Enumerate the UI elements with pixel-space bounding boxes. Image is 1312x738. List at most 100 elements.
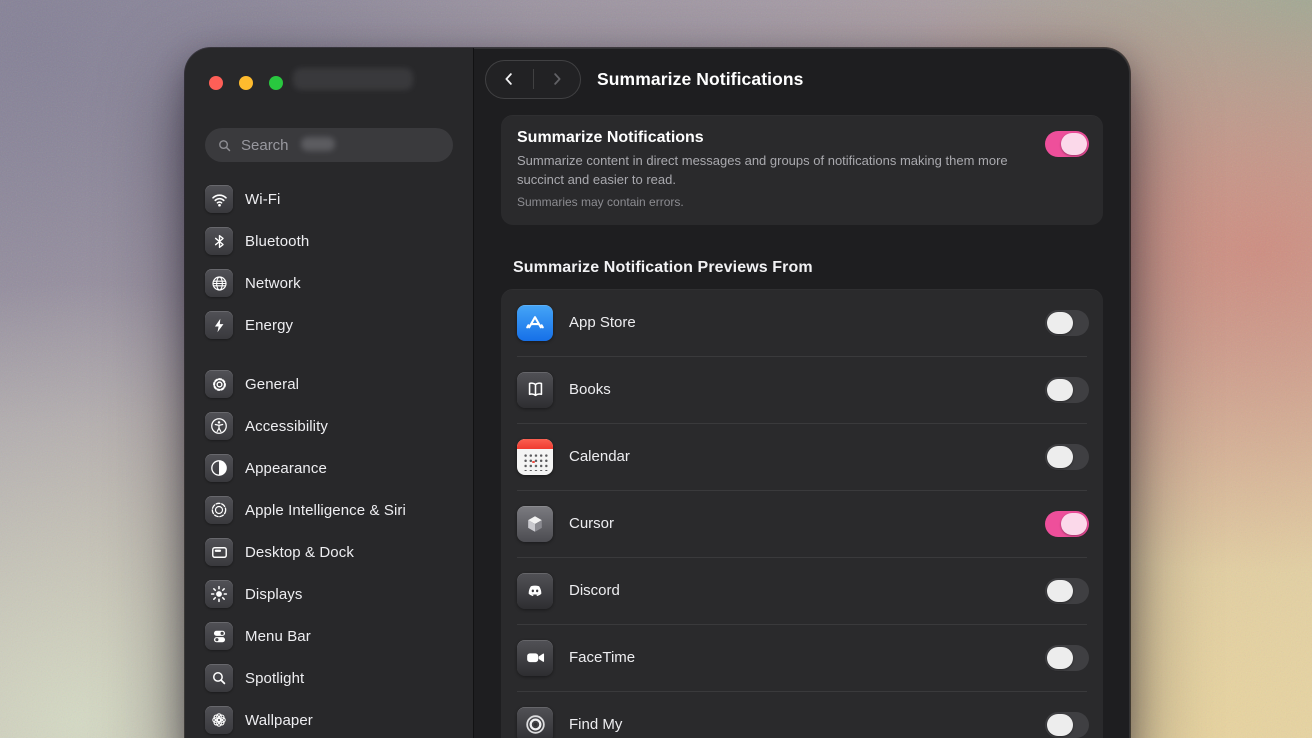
sidebar-item-energy[interactable]: Energy	[195, 304, 463, 346]
minimize-button[interactable]	[239, 76, 253, 90]
app-row-facetime: FaceTime	[501, 624, 1103, 691]
magnifier-icon	[217, 138, 232, 153]
app-row-find-my: Find My	[501, 691, 1103, 738]
app-row-books: Books	[501, 356, 1103, 423]
summarize-notifications-toggle[interactable]	[1045, 131, 1089, 157]
calendar-icon	[517, 439, 553, 475]
sidebar-item-apple-intelligence-and-siri[interactable]: Apple Intelligence & Siri	[195, 489, 463, 531]
app-store-icon	[517, 305, 553, 341]
app-row-discord: Discord	[501, 557, 1103, 624]
sidebar-item-label: Accessibility	[245, 418, 328, 435]
redacted-search-text	[301, 137, 335, 151]
search-input[interactable]	[239, 136, 441, 155]
books-toggle[interactable]	[1045, 377, 1089, 403]
sidebar-group: Wi-Fi Bluetooth Network Energy	[195, 178, 463, 346]
facetime-toggle[interactable]	[1045, 645, 1089, 671]
app-label: Cursor	[569, 515, 614, 532]
sidebar-item-spotlight[interactable]: Spotlight	[195, 657, 463, 699]
menu-bar-icon	[205, 622, 233, 650]
app-row-app-store: App Store	[501, 289, 1103, 356]
gear-icon	[205, 370, 233, 398]
settings-sidebar: Wi-Fi Bluetooth Network Energy General Access…	[185, 48, 474, 738]
sidebar-nav: Wi-Fi Bluetooth Network Energy General Access…	[185, 162, 473, 738]
sidebar-item-label: General	[245, 376, 299, 393]
facetime-icon	[517, 640, 553, 676]
toggle-knob	[1047, 580, 1073, 602]
page-title: Summarize Notifications	[597, 69, 804, 90]
discord-toggle[interactable]	[1045, 578, 1089, 604]
apple-intelligence-icon	[205, 496, 233, 524]
sidebar-item-label: Spotlight	[245, 670, 304, 687]
desktop-dock-icon	[205, 538, 233, 566]
sidebar-item-label: Desktop & Dock	[245, 544, 354, 561]
sidebar-item-label: Wallpaper	[245, 712, 313, 729]
sidebar-item-displays[interactable]: Displays	[195, 573, 463, 615]
sidebar-item-label: Bluetooth	[245, 233, 309, 250]
sidebar-item-bluetooth[interactable]: Bluetooth	[195, 220, 463, 262]
appearance-icon	[205, 454, 233, 482]
app-label: Find My	[569, 716, 622, 733]
redacted-account-name	[293, 68, 413, 90]
sidebar-group: General Accessibility Appearance Apple Inte…	[195, 363, 463, 738]
toggle-knob	[1047, 312, 1073, 334]
globe-icon	[205, 269, 233, 297]
desktop-wallpaper: Wi-Fi Bluetooth Network Energy General Access…	[0, 0, 1312, 738]
content-header: Summarize Notifications	[474, 48, 1130, 110]
toggle-knob	[1047, 647, 1073, 669]
sidebar-item-label: Appearance	[245, 460, 327, 477]
sidebar-item-general[interactable]: General	[195, 363, 463, 405]
sidebar-item-desktop-and-dock[interactable]: Desktop & Dock	[195, 531, 463, 573]
window-controls	[185, 48, 473, 90]
sidebar-item-wallpaper[interactable]: Wallpaper	[195, 699, 463, 738]
find-my-toggle[interactable]	[1045, 712, 1089, 738]
sidebar-item-accessibility[interactable]: Accessibility	[195, 405, 463, 447]
cursor-icon	[517, 506, 553, 542]
section-title: Summarize Notification Previews From	[513, 259, 1103, 277]
chevron-right-icon	[548, 70, 566, 88]
summary-card-footnote: Summaries may contain errors.	[517, 195, 1087, 209]
app-label: Books	[569, 381, 611, 398]
zoom-button[interactable]	[269, 76, 283, 90]
summary-card-description: Summarize content in direct messages and…	[517, 152, 1029, 190]
app-row-calendar: Calendar	[501, 423, 1103, 490]
calendar-toggle[interactable]	[1045, 444, 1089, 470]
find-my-icon	[517, 707, 553, 738]
app-label: Discord	[569, 582, 620, 599]
books-icon	[517, 372, 553, 408]
sidebar-item-network[interactable]: Network	[195, 262, 463, 304]
app-label: App Store	[569, 314, 636, 331]
close-button[interactable]	[209, 76, 223, 90]
sidebar-item-wi-fi[interactable]: Wi-Fi	[195, 178, 463, 220]
toggle-knob	[1061, 133, 1087, 155]
toggle-knob	[1047, 446, 1073, 468]
toggle-knob	[1047, 714, 1073, 736]
app-store-toggle[interactable]	[1045, 310, 1089, 336]
sidebar-item-label: Wi-Fi	[245, 191, 280, 208]
summary-card-text: Summarize Notifications Summarize conten…	[517, 129, 1087, 209]
sidebar-item-label: Network	[245, 275, 301, 292]
spotlight-icon	[205, 664, 233, 692]
settings-content: Summarize Notifications Summarize Notifi…	[474, 48, 1130, 738]
system-settings-window: Wi-Fi Bluetooth Network Energy General Access…	[185, 48, 1130, 738]
back-button[interactable]	[486, 61, 533, 98]
bluetooth-icon	[205, 227, 233, 255]
cursor-toggle[interactable]	[1045, 511, 1089, 537]
summary-card-title: Summarize Notifications	[517, 129, 1087, 147]
sidebar-item-label: Energy	[245, 317, 293, 334]
history-nav	[485, 60, 581, 99]
discord-icon	[517, 573, 553, 609]
settings-scroll-area[interactable]: Summarize Notifications Summarize conten…	[474, 110, 1130, 738]
sidebar-item-menu-bar[interactable]: Menu Bar	[195, 615, 463, 657]
apps-list-card: App Store Books Calendar Cursor Discord FaceT…	[501, 289, 1103, 738]
sidebar-item-label: Displays	[245, 586, 302, 603]
sidebar-item-appearance[interactable]: Appearance	[195, 447, 463, 489]
chevron-left-icon	[500, 70, 518, 88]
accessibility-icon	[205, 412, 233, 440]
sidebar-item-label: Apple Intelligence & Siri	[245, 502, 406, 519]
wifi-icon	[205, 185, 233, 213]
app-label: FaceTime	[569, 649, 635, 666]
search-field[interactable]	[205, 128, 453, 162]
forward-button[interactable]	[534, 61, 581, 98]
app-row-cursor: Cursor	[501, 490, 1103, 557]
sidebar-item-label: Menu Bar	[245, 628, 311, 645]
